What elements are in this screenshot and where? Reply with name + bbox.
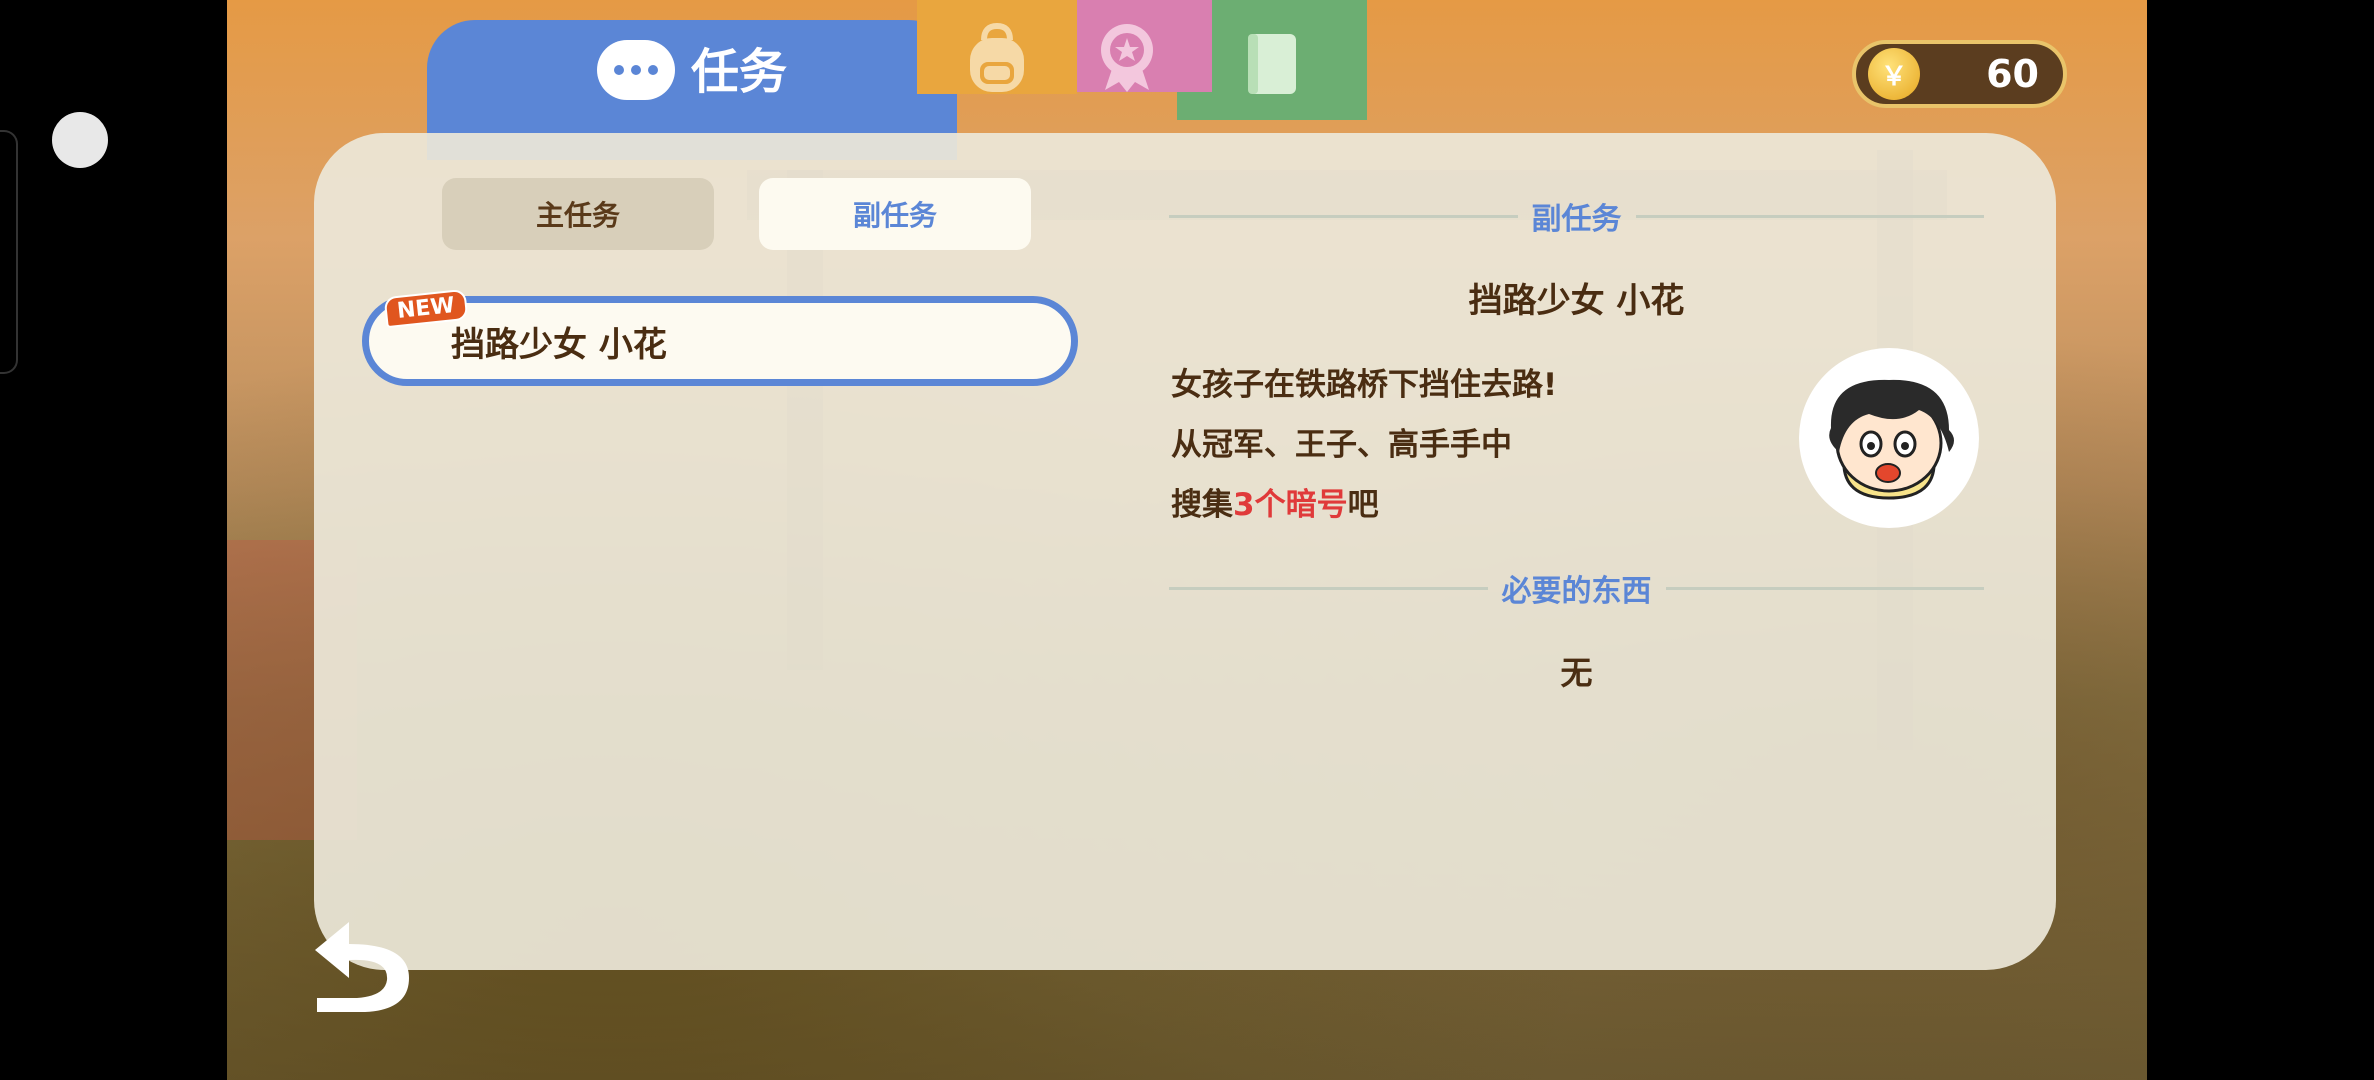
chat-bubble-icon bbox=[596, 40, 675, 100]
quest-detail-title: 挡路少女 小花 bbox=[1468, 281, 1685, 321]
quest-description: 女孩子在铁路桥下挡住去路! 从冠军、王子、高手手中 搜集3个暗号吧 bbox=[1171, 355, 1557, 535]
section-header-side-quest: 副任务 bbox=[1169, 196, 1984, 237]
quest-panel: 主任务 副任务 NEW 挡路少女 小花 副任务 挡路少女 小花 女孩子在铁路桥下… bbox=[314, 133, 2056, 970]
quest-title: 挡路少女 小花 bbox=[451, 324, 667, 365]
required-items-value: 无 bbox=[1560, 654, 1593, 692]
description-line: 从冠军、王子、高手手中 bbox=[1171, 427, 1512, 463]
backpack-icon bbox=[917, 0, 1077, 94]
back-button[interactable] bbox=[309, 918, 413, 1014]
section-label: 副任务 bbox=[1531, 202, 1622, 237]
coin-count: 60 bbox=[1986, 52, 2039, 96]
back-arrow-icon bbox=[315, 922, 409, 1012]
yen-coin-icon: ￥ bbox=[1868, 48, 1920, 100]
section-header-required: 必要的东西 bbox=[1169, 568, 1984, 609]
quest-list-item[interactable]: NEW 挡路少女 小花 bbox=[362, 288, 1078, 386]
description-line: 女孩子在铁路桥下挡住去路! bbox=[1171, 367, 1558, 403]
side-quest-button[interactable]: 副任务 bbox=[759, 178, 1031, 250]
coin-counter: ￥ 60 bbox=[1852, 40, 2067, 108]
description-line: 搜集3个暗号吧 bbox=[1171, 487, 1379, 523]
character-portrait bbox=[1799, 348, 1979, 528]
highlight-text: 3个暗号 bbox=[1233, 487, 1348, 523]
screen-edge-handle bbox=[0, 130, 18, 374]
tab-bag[interactable] bbox=[917, 0, 1077, 94]
main-quest-button[interactable]: 主任务 bbox=[442, 178, 714, 250]
floating-assist-button[interactable] bbox=[52, 112, 108, 168]
section-label: 必要的东西 bbox=[1501, 574, 1652, 609]
tab-quests-label: 任务 bbox=[690, 44, 787, 100]
game-screen: 任务 ￥ 60 主任务 副任务 NEW 挡路少女 小花 副任务 挡路少女 小花 … bbox=[227, 0, 2147, 1080]
